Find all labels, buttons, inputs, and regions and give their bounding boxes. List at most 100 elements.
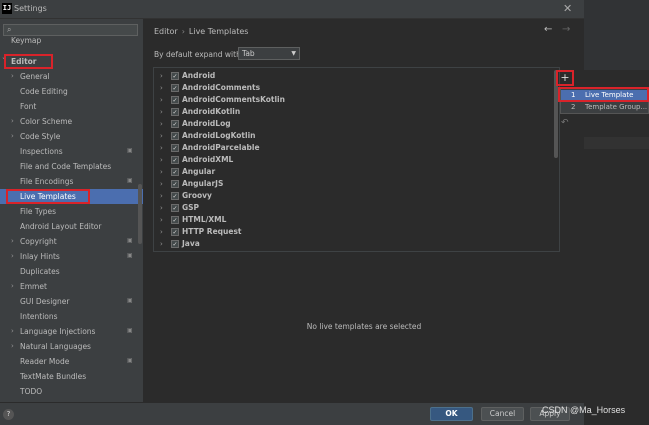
back-arrow-icon[interactable]: ← [544, 24, 552, 35]
sidebar-scrollbar[interactable] [138, 184, 142, 244]
group-checkbox[interactable]: ✓ [171, 168, 179, 176]
ok-button[interactable]: OK [430, 407, 473, 421]
sidebar-item[interactable]: › Inlay Hints ▣ [0, 249, 143, 264]
template-group-row[interactable]: › ✓ HTML/XML [154, 214, 554, 226]
template-group-row[interactable]: › ✓ AndroidXML [154, 154, 554, 166]
group-checkbox[interactable]: ✓ [171, 156, 179, 164]
settings-sidebar: ⌕ Keymap ˅ Editor › General Code Editing Font ›… [0, 19, 144, 402]
template-group-row[interactable]: › ✓ AndroidLog [154, 118, 554, 130]
template-group-row[interactable]: › ✓ Java [154, 238, 554, 250]
sidebar-item[interactable]: GUI Designer ▣ [0, 294, 143, 309]
template-group-label: AndroidComments [182, 83, 261, 92]
chevron-right-icon[interactable]: › [11, 339, 14, 354]
sidebar-item-label: Inspections [20, 147, 63, 156]
breadcrumb-separator: › [181, 27, 185, 36]
chevron-right-icon[interactable]: › [160, 154, 163, 166]
sidebar-item[interactable]: › General [0, 69, 143, 84]
chevron-right-icon[interactable]: › [11, 234, 14, 249]
sidebar-item[interactable]: File Encodings ▣ [0, 174, 143, 189]
dialog-button-bar: ? OK Cancel Apply [0, 402, 584, 425]
template-group-row[interactable]: › ✓ AndroidCommentsKotlin [154, 94, 554, 106]
chevron-right-icon[interactable]: › [11, 324, 14, 339]
chevron-right-icon[interactable]: › [160, 178, 163, 190]
group-checkbox[interactable]: ✓ [171, 96, 179, 104]
add-button[interactable]: + [556, 70, 574, 86]
chevron-right-icon[interactable]: › [160, 70, 163, 82]
chevron-right-icon[interactable]: › [160, 94, 163, 106]
group-checkbox[interactable]: ✓ [171, 216, 179, 224]
sidebar-item[interactable]: TextMate Bundles [0, 369, 143, 384]
template-group-row[interactable]: › ✓ Groovy [154, 190, 554, 202]
chevron-right-icon[interactable]: › [160, 238, 163, 250]
chevron-right-icon[interactable]: › [160, 118, 163, 130]
sidebar-item[interactable]: Inspections ▣ [0, 144, 143, 159]
sidebar-item[interactable]: › Color Scheme [0, 114, 143, 129]
chevron-right-icon[interactable]: › [160, 106, 163, 118]
chevron-right-icon[interactable]: › [160, 226, 163, 238]
chevron-right-icon[interactable]: › [160, 190, 163, 202]
template-group-row[interactable]: › ✓ Angular [154, 166, 554, 178]
expand-label: By default expand with [154, 50, 241, 59]
sidebar-item[interactable]: Reader Mode ▣ [0, 354, 143, 369]
popup-item-label: Template Group... [585, 103, 648, 111]
sidebar-item[interactable]: File and Code Templates [0, 159, 143, 174]
chevron-right-icon[interactable]: › [11, 69, 14, 84]
template-group-row[interactable]: › ✓ AndroidComments [154, 82, 554, 94]
template-group-row[interactable]: › ✓ AndroidLogKotlin [154, 130, 554, 142]
sidebar-item[interactable]: Keymap [0, 36, 143, 54]
cancel-button[interactable]: Cancel [481, 407, 524, 421]
sidebar-item[interactable]: TODO [0, 384, 143, 399]
sidebar-item[interactable]: › Natural Languages [0, 339, 143, 354]
chevron-right-icon[interactable]: › [11, 279, 14, 294]
template-group-label: Android [182, 71, 216, 80]
template-group-row[interactable]: › ✓ AndroidParcelable [154, 142, 554, 154]
group-checkbox[interactable]: ✓ [171, 120, 179, 128]
sidebar-item[interactable]: Duplicates [0, 264, 143, 279]
undo-icon[interactable]: ↶ [561, 118, 569, 128]
project-scope-icon: ▣ [127, 147, 133, 154]
project-scope-icon: ▣ [127, 252, 133, 259]
chevron-right-icon[interactable]: › [160, 82, 163, 94]
chevron-right-icon[interactable]: › [160, 166, 163, 178]
group-checkbox[interactable]: ✓ [171, 108, 179, 116]
sidebar-item[interactable]: Intentions [0, 309, 143, 324]
sidebar-item[interactable]: › Emmet [0, 279, 143, 294]
chevron-right-icon[interactable]: › [160, 214, 163, 226]
chevron-right-icon[interactable]: › [11, 249, 14, 264]
help-icon[interactable]: ? [3, 409, 14, 420]
forward-arrow-icon[interactable]: → [562, 24, 570, 35]
group-checkbox[interactable]: ✓ [171, 144, 179, 152]
template-group-row[interactable]: › ✓ HTTP Request [154, 226, 554, 238]
sidebar-item[interactable]: › Code Style [0, 129, 143, 144]
sidebar-item[interactable]: File Types [0, 204, 143, 219]
group-checkbox[interactable]: ✓ [171, 240, 179, 248]
close-icon[interactable]: ✕ [563, 2, 572, 15]
chevron-right-icon[interactable]: › [160, 142, 163, 154]
sidebar-item[interactable]: Android Layout Editor [0, 219, 143, 234]
sidebar-item[interactable]: Font [0, 99, 143, 114]
sidebar-item[interactable]: Code Editing [0, 84, 143, 99]
template-group-row[interactable]: › ✓ AndroidKotlin [154, 106, 554, 118]
chevron-right-icon[interactable]: › [11, 114, 14, 129]
sidebar-item[interactable]: › Copyright ▣ [0, 234, 143, 249]
chevron-right-icon[interactable]: › [11, 129, 14, 144]
template-group-label: HTML/XML [182, 215, 227, 224]
sidebar-item[interactable]: › Language Injections ▣ [0, 324, 143, 339]
expand-select[interactable]: Tab ▼ [238, 47, 300, 60]
chevron-right-icon[interactable]: › [160, 130, 163, 142]
template-group-row[interactable]: › ✓ Android [154, 70, 554, 82]
group-checkbox[interactable]: ✓ [171, 228, 179, 236]
highlight-live-templates [6, 189, 90, 204]
dialog-titlebar[interactable]: IJ Settings ✕ [0, 0, 584, 19]
group-checkbox[interactable]: ✓ [171, 192, 179, 200]
group-checkbox[interactable]: ✓ [171, 180, 179, 188]
template-group-row[interactable]: › ✓ GSP [154, 202, 554, 214]
group-checkbox[interactable]: ✓ [171, 84, 179, 92]
popup-item-template-group[interactable]: 2 Template Group... [561, 102, 649, 113]
template-group-row[interactable]: › ✓ AngularJS [154, 178, 554, 190]
app-icon: IJ [2, 3, 12, 14]
group-checkbox[interactable]: ✓ [171, 204, 179, 212]
chevron-right-icon[interactable]: › [160, 202, 163, 214]
group-checkbox[interactable]: ✓ [171, 132, 179, 140]
group-checkbox[interactable]: ✓ [171, 72, 179, 80]
